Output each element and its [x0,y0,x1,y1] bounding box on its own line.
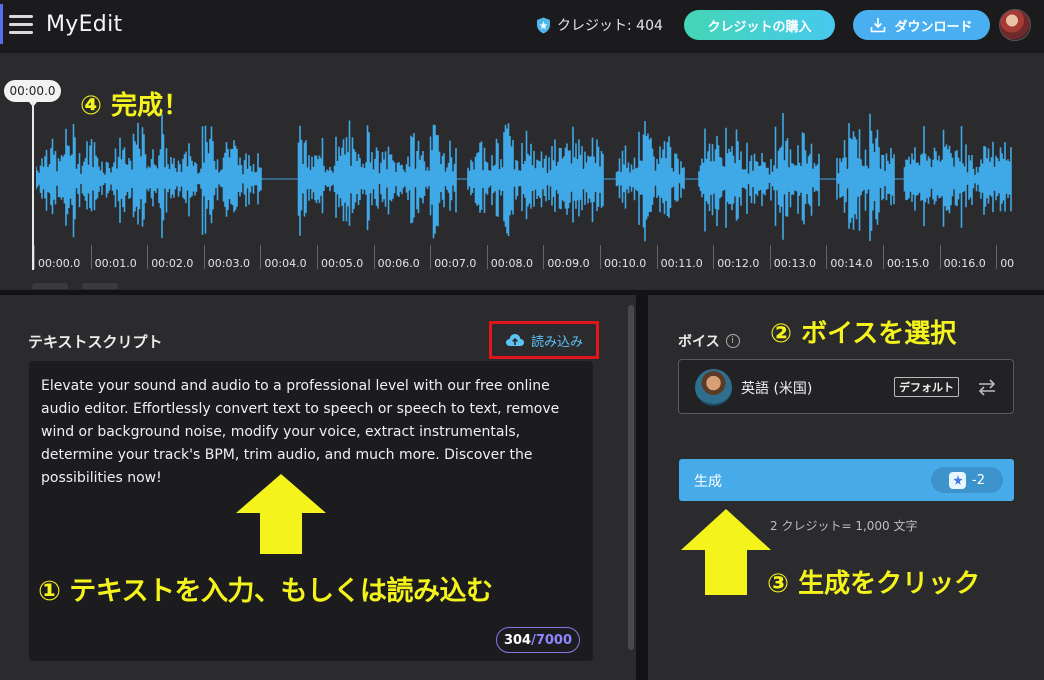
credit-badge-icon [949,471,967,489]
generate-button[interactable]: 生成 -2 [679,459,1014,501]
buy-credits-button[interactable]: クレジットの購入 [684,10,835,40]
timeline-ruler: 00:00.0 00:01.0 00:02.0 00:03.0 00:04.0 00:05… [34,245,1014,275]
download-button[interactable]: ダウンロード [853,10,990,40]
upload-label: 読み込み [530,334,583,350]
upload-script-button[interactable]: 読み込み [489,321,599,359]
annotation-step1: ① テキストを入力、もしくは読み込む [38,576,493,607]
annotation-step2: ② ボイスを選択 [770,319,957,349]
annotation-step3: ③ 生成をクリック [767,569,981,599]
counter-current: 304 [503,632,532,648]
default-badge: デフォルト [894,377,959,397]
waveform-path [36,113,1012,242]
user-avatar[interactable] [999,9,1031,41]
credit-note: 2 クレジット= 1,000 文字 [770,519,918,533]
cloud-upload-icon [505,334,524,346]
credit-balance: クレジット: 404 [536,14,663,36]
credit-balance-label: クレジット: 404 [557,18,663,34]
annotation-step4: ④ 完成！ [80,91,190,121]
credit-shield-icon [537,17,550,33]
voice-avatar [695,369,732,406]
menu-icon[interactable] [9,15,33,35]
generate-cost-value: -2 [972,472,985,488]
script-scrollbar[interactable] [628,305,634,650]
voice-label-text: ボイス [678,334,720,350]
voice-name: 英語 (米国) [741,381,813,397]
swap-icon[interactable] [976,376,998,398]
app-title: MyEdit [46,12,123,37]
download-icon [871,18,886,33]
script-title: テキストスクリプト [28,333,163,351]
buy-credits-label: クレジットの購入 [707,19,812,35]
info-icon[interactable]: i [725,334,740,348]
generate-cost: -2 [931,467,1003,493]
counter-max: 7000 [535,632,573,648]
download-label: ダウンロード [894,19,973,35]
voice-label: ボイス i [678,331,740,351]
annotation-arrow-up-icon [681,509,771,595]
generate-label: 生成 [694,474,722,490]
annotation-arrow-up-icon [236,474,326,554]
character-counter: 304/7000 [496,627,580,653]
voice-selector[interactable]: 英語 (米国) デフォルト [678,359,1014,414]
audio-waveform[interactable] [36,109,1012,249]
active-indicator [0,4,3,44]
top-bar: MyEdit クレジット: 404 クレジットの購入 ダウンロード [0,0,1044,52]
playhead-time: 00:00.0 [4,80,61,107]
